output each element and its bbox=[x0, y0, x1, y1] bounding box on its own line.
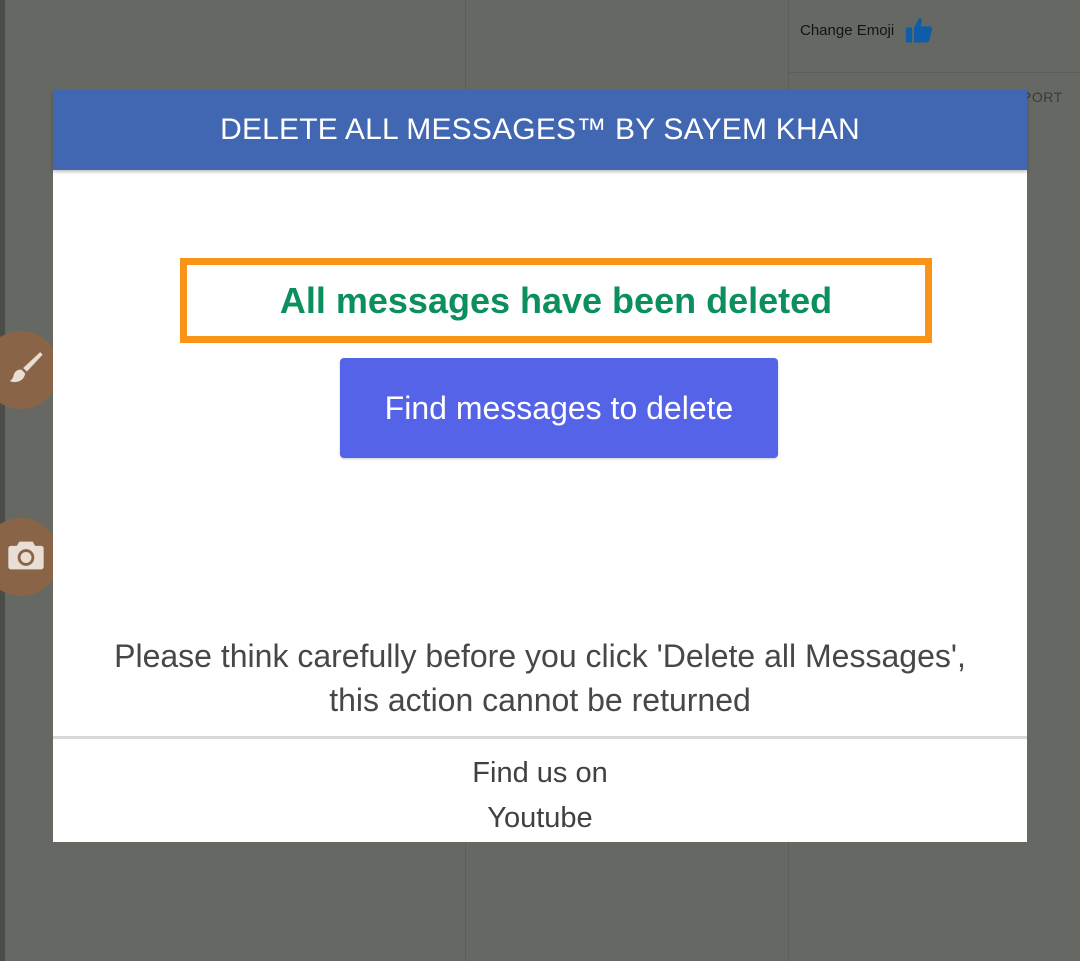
background-left-edge bbox=[0, 0, 5, 961]
delete-messages-dialog: DELETE ALL MESSAGES™ BY SAYEM KHAN All m… bbox=[53, 90, 1027, 842]
warning-text: Please think carefully before you click … bbox=[114, 638, 966, 718]
dialog-footer: Find us on Youtube bbox=[53, 751, 1027, 841]
youtube-link[interactable]: Youtube bbox=[53, 796, 1027, 841]
brush-tool-button[interactable] bbox=[0, 331, 60, 409]
change-emoji-button[interactable]: Change Emoji bbox=[800, 12, 934, 48]
footer-divider bbox=[53, 736, 1027, 739]
footer-label: Find us on bbox=[472, 757, 608, 789]
dialog-header: DELETE ALL MESSAGES™ BY SAYEM KHAN bbox=[53, 90, 1027, 170]
paint-brush-icon bbox=[0, 348, 46, 393]
camera-tool-button[interactable] bbox=[0, 518, 60, 596]
status-message: All messages have been deleted bbox=[279, 279, 833, 321]
background-report-tab: PORT bbox=[1022, 89, 1063, 105]
find-messages-button[interactable]: Find messages to delete bbox=[340, 358, 778, 458]
status-highlight-box: All messages have been deleted bbox=[180, 258, 932, 343]
dialog-title: DELETE ALL MESSAGES™ BY SAYEM KHAN bbox=[220, 113, 860, 146]
camera-icon bbox=[0, 535, 46, 580]
background-row-divider bbox=[788, 72, 1080, 73]
change-emoji-label: Change Emoji bbox=[800, 21, 895, 39]
thumbs-up-icon bbox=[904, 15, 934, 45]
